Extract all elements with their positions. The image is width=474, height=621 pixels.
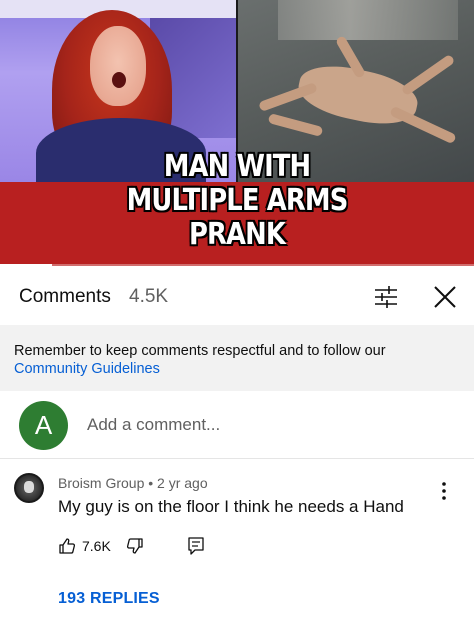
add-comment-row[interactable]: A Add a comment... [0, 391, 474, 459]
more-vert-icon[interactable] [436, 480, 452, 502]
comment-time: 2 yr ago [157, 475, 208, 491]
comment-text: My guy is on the floor I think he needs … [58, 497, 404, 516]
video-progress-fill [0, 264, 53, 266]
thumbs-up-icon [59, 538, 76, 554]
video-title-line-3: PRANK [188, 217, 286, 252]
user-avatar[interactable]: A [19, 401, 68, 450]
view-replies-button[interactable]: 193 REPLIES [58, 590, 160, 608]
comments-title: Comments [19, 286, 111, 307]
video-progress-bar[interactable] [0, 264, 474, 266]
comments-header: Comments 4.5K [0, 267, 474, 325]
notice-text: Remember to keep comments respectful and… [14, 343, 386, 359]
video-title-overlay: MAN WITH MULTIPLE ARMS PRANK [33, 150, 441, 252]
video-title-line-2: MULTIPLE ARMS [126, 183, 349, 218]
thumbs-down-icon[interactable] [126, 535, 146, 557]
video-title-line-1: MAN WITH [163, 149, 311, 184]
comment-item: Broism Group • 2 yr ago My guy is on the… [0, 460, 474, 621]
sliders-icon[interactable] [373, 284, 399, 310]
reply-icon[interactable] [186, 535, 206, 557]
commenter-avatar[interactable] [14, 473, 44, 503]
video-player[interactable]: MAN WITH MULTIPLE ARMS PRANK [0, 0, 474, 266]
close-icon[interactable] [432, 284, 458, 310]
comment-meta: Broism Group • 2 yr ago [58, 475, 208, 491]
meta-separator: • [148, 475, 154, 491]
like-count: 7.6K [82, 538, 111, 554]
community-guidelines-link[interactable]: Community Guidelines [14, 360, 454, 378]
add-comment-input[interactable]: Add a comment... [87, 415, 220, 435]
comment-author[interactable]: Broism Group [58, 475, 144, 491]
guidelines-notice: Remember to keep comments respectful and… [0, 325, 474, 391]
comments-count: 4.5K [129, 286, 169, 307]
like-button[interactable]: 7.6K [58, 535, 111, 557]
